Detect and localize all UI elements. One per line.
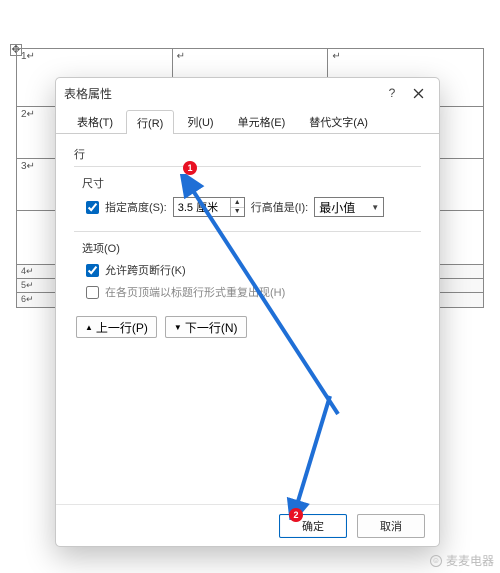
height-is-value: 最小值 — [319, 199, 355, 216]
tabs: 表格(T) 行(R) 列(U) 单元格(E) 替代文字(A) — [56, 108, 439, 134]
options-label: 选项(O) — [82, 240, 421, 256]
watermark: ☺ 麦麦电器 — [430, 552, 494, 569]
table-properties-dialog: 表格属性 ? 表格(T) 行(R) 列(U) 单元格(E) 替代文字(A) 行 … — [55, 77, 440, 547]
tab-column[interactable]: 列(U) — [176, 109, 224, 133]
dialog-title: 表格属性 — [64, 85, 379, 102]
spinner-arrows[interactable]: ▲ ▼ — [230, 198, 244, 216]
specify-height-checkbox[interactable] — [86, 201, 99, 214]
allow-break-checkbox[interactable] — [86, 264, 99, 277]
watermark-text: 麦麦电器 — [446, 552, 494, 569]
tab-row[interactable]: 行(R) — [126, 110, 174, 134]
spinner-down-icon[interactable]: ▼ — [231, 208, 244, 217]
dialog-body: 行 尺寸 指定高度(S): ▲ ▼ 行高值是(I): 最小值 ▼ — [56, 134, 439, 504]
close-button[interactable] — [405, 83, 431, 103]
repeat-header-checkbox[interactable] — [86, 286, 99, 299]
height-input[interactable] — [174, 198, 230, 216]
chevron-down-icon: ▼ — [371, 203, 379, 212]
height-is-label: 行高值是(I): — [251, 199, 308, 215]
spinner-up-icon[interactable]: ▲ — [231, 198, 244, 208]
next-row-label: 下一行(N) — [185, 319, 238, 336]
allow-break-label: 允许跨页断行(K) — [105, 262, 186, 278]
tab-cell[interactable]: 单元格(E) — [227, 109, 297, 133]
triangle-down-icon: ▼ — [174, 323, 182, 332]
next-row-button[interactable]: ▼ 下一行(N) — [165, 316, 247, 338]
row-section-label: 行 — [74, 146, 421, 162]
size-label: 尺寸 — [82, 175, 421, 191]
close-icon — [413, 88, 424, 99]
options-group: 选项(O) 允许跨页断行(K) 在各页顶端以标题行形式重复出现(H) — [74, 231, 421, 306]
size-group: 尺寸 指定高度(S): ▲ ▼ 行高值是(I): 最小值 ▼ — [74, 166, 421, 223]
prev-row-label: 上一行(P) — [96, 319, 148, 336]
dialog-footer: 确定 取消 — [56, 504, 439, 546]
dialog-titlebar[interactable]: 表格属性 ? — [56, 78, 439, 108]
annotation-badge-1: 1 — [183, 161, 197, 175]
triangle-up-icon: ▲ — [85, 323, 93, 332]
watermark-logo-icon: ☺ — [430, 555, 442, 567]
annotation-badge-2: 2 — [289, 508, 303, 522]
help-button[interactable]: ? — [379, 83, 405, 103]
tab-alt-text[interactable]: 替代文字(A) — [298, 109, 379, 133]
tab-table[interactable]: 表格(T) — [66, 109, 124, 133]
height-spinner[interactable]: ▲ ▼ — [173, 197, 245, 217]
prev-row-button[interactable]: ▲ 上一行(P) — [76, 316, 157, 338]
height-is-select[interactable]: 最小值 ▼ — [314, 197, 384, 217]
repeat-header-label: 在各页顶端以标题行形式重复出现(H) — [105, 284, 285, 300]
cancel-button[interactable]: 取消 — [357, 514, 425, 538]
specify-height-label: 指定高度(S): — [105, 199, 167, 215]
